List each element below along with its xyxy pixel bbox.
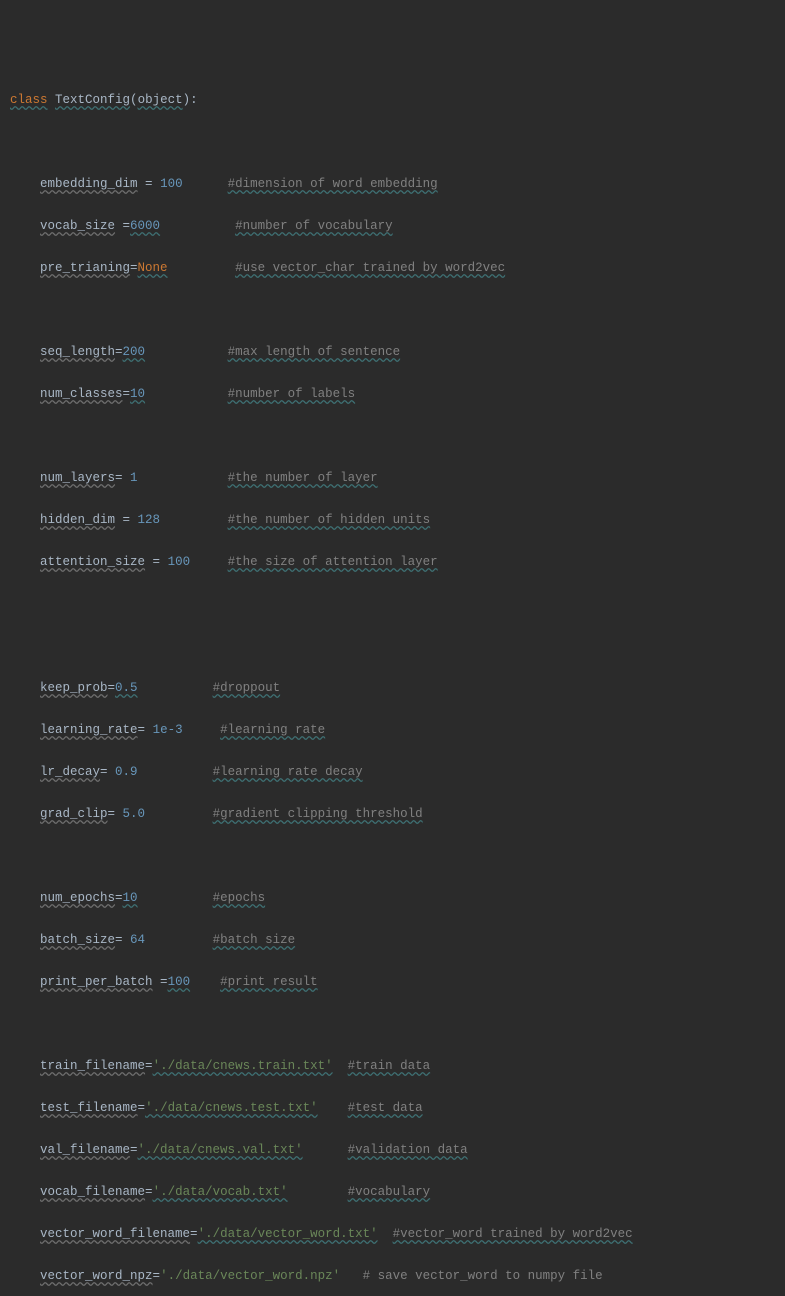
- val-learning-rate: 1e-3: [153, 723, 183, 737]
- prop-num-classes: num_classes: [40, 387, 123, 401]
- code-line-1: class TextConfig(object):: [10, 90, 775, 111]
- code-line-test-filename: test_filename='./data/cnews.test.txt' #t…: [10, 1098, 775, 1119]
- code-line-blank: [10, 846, 775, 867]
- base-class: object: [138, 93, 183, 107]
- code-line-blank: [10, 426, 775, 447]
- comment: #test data: [348, 1101, 423, 1115]
- code-line-keep-prob: keep_prob=0.5 #droppout: [10, 678, 775, 699]
- comment: #vector_word trained by word2vec: [393, 1227, 633, 1241]
- comment: # save vector_word to numpy file: [363, 1269, 603, 1283]
- code-line-vector-word-npz: vector_word_npz='./data/vector_word.npz'…: [10, 1266, 775, 1287]
- code-line-grad-clip: grad_clip= 5.0 #gradient clipping thresh…: [10, 804, 775, 825]
- prop-seq-length: seq_length: [40, 345, 115, 359]
- prop-keep-prob: keep_prob: [40, 681, 108, 695]
- code-line-num-layers: num_layers= 1 #the number of layer: [10, 468, 775, 489]
- code-line-pre-training: pre_trianing=None #use vector_char train…: [10, 258, 775, 279]
- prop-lr-decay: lr_decay: [40, 765, 100, 779]
- comment: #vocabulary: [348, 1185, 431, 1199]
- code-line-print-per-batch: print_per_batch =100 #print result: [10, 972, 775, 993]
- val-vector-word-filename: './data/vector_word.txt': [198, 1227, 378, 1241]
- val-num-layers: 1: [130, 471, 138, 485]
- comment: #the number of hidden units: [228, 513, 431, 527]
- code-line-hidden-dim: hidden_dim = 128 #the number of hidden u…: [10, 510, 775, 531]
- prop-learning-rate: learning_rate: [40, 723, 138, 737]
- code-line-vocab-size: vocab_size =6000 #number of vocabulary: [10, 216, 775, 237]
- comment: #train data: [348, 1059, 431, 1073]
- val-batch-size: 64: [130, 933, 145, 947]
- comment: #number of vocabulary: [235, 219, 393, 233]
- val-vocab-filename: './data/vocab.txt': [153, 1185, 288, 1199]
- comment: #number of labels: [228, 387, 356, 401]
- val-test-filename: './data/cnews.test.txt': [145, 1101, 318, 1115]
- val-attention-size: 100: [168, 555, 191, 569]
- val-print-per-batch: 100: [168, 975, 191, 989]
- comment: #gradient clipping threshold: [213, 807, 423, 821]
- comment: #dimension of word embedding: [228, 177, 438, 191]
- comment: #batch size: [213, 933, 296, 947]
- prop-hidden-dim: hidden_dim: [40, 513, 115, 527]
- code-line-blank: [10, 636, 775, 657]
- prop-vector-word-filename: vector_word_filename: [40, 1227, 190, 1241]
- val-lr-decay: 0.9: [115, 765, 138, 779]
- prop-vocab-size: vocab_size: [40, 219, 115, 233]
- val-grad-clip: 5.0: [123, 807, 146, 821]
- val-seq-length: 200: [123, 345, 146, 359]
- code-line-learning-rate: learning_rate= 1e-3 #learning rate: [10, 720, 775, 741]
- prop-num-epochs: num_epochs: [40, 891, 115, 905]
- code-line-embedding-dim: embedding_dim = 100 #dimension of word e…: [10, 174, 775, 195]
- code-line-lr-decay: lr_decay= 0.9 #learning rate decay: [10, 762, 775, 783]
- val-pre-trianing: None: [138, 261, 168, 275]
- prop-pre-trianing: pre_trianing: [40, 261, 130, 275]
- comment: #learning rate: [220, 723, 325, 737]
- val-num-classes: 10: [130, 387, 145, 401]
- comment: #epochs: [213, 891, 266, 905]
- prop-val-filename: val_filename: [40, 1143, 130, 1157]
- prop-test-filename: test_filename: [40, 1101, 138, 1115]
- code-line-blank: [10, 594, 775, 615]
- prop-attention-size: attention_size: [40, 555, 145, 569]
- comment: #droppout: [213, 681, 281, 695]
- code-line-num-classes: num_classes=10 #number of labels: [10, 384, 775, 405]
- val-num-epochs: 10: [123, 891, 138, 905]
- class-name: TextConfig: [55, 93, 130, 107]
- prop-train-filename: train_filename: [40, 1059, 145, 1073]
- val-keep-prob: 0.5: [115, 681, 138, 695]
- val-val-filename: './data/cnews.val.txt': [138, 1143, 303, 1157]
- val-vocab-size: 6000: [130, 219, 160, 233]
- code-line-attention-size: attention_size = 100 #the size of attent…: [10, 552, 775, 573]
- prop-batch-size: batch_size: [40, 933, 115, 947]
- comment: #max length of sentence: [228, 345, 401, 359]
- prop-embedding-dim: embedding_dim: [40, 177, 138, 191]
- code-line-vocab-filename: vocab_filename='./data/vocab.txt' #vocab…: [10, 1182, 775, 1203]
- code-line-val-filename: val_filename='./data/cnews.val.txt' #val…: [10, 1140, 775, 1161]
- code-line-batch-size: batch_size= 64 #batch size: [10, 930, 775, 951]
- val-train-filename: './data/cnews.train.txt': [153, 1059, 333, 1073]
- comment: #the number of layer: [228, 471, 378, 485]
- code-line-blank: [10, 132, 775, 153]
- prop-vector-word-npz: vector_word_npz: [40, 1269, 153, 1283]
- val-embedding-dim: 100: [160, 177, 183, 191]
- val-vector-word-npz: './data/vector_word.npz': [160, 1269, 340, 1283]
- comment: #learning rate decay: [213, 765, 363, 779]
- comment: #validation data: [348, 1143, 468, 1157]
- code-line-seq-length: seq_length=200 #max length of sentence: [10, 342, 775, 363]
- code-line-num-epochs: num_epochs=10 #epochs: [10, 888, 775, 909]
- prop-print-per-batch: print_per_batch: [40, 975, 153, 989]
- prop-num-layers: num_layers: [40, 471, 115, 485]
- code-line-train-filename: train_filename='./data/cnews.train.txt' …: [10, 1056, 775, 1077]
- comment: #use vector_char trained by word2vec: [235, 261, 505, 275]
- prop-grad-clip: grad_clip: [40, 807, 108, 821]
- val-hidden-dim: 128: [138, 513, 161, 527]
- prop-vocab-filename: vocab_filename: [40, 1185, 145, 1199]
- code-line-blank: [10, 300, 775, 321]
- comment: #print result: [220, 975, 318, 989]
- code-editor[interactable]: class TextConfig(object): embedding_dim …: [10, 90, 775, 1287]
- comment: #the size of attention layer: [228, 555, 438, 569]
- code-line-vector-word-filename: vector_word_filename='./data/vector_word…: [10, 1224, 775, 1245]
- keyword-class: class: [10, 93, 48, 107]
- code-line-blank: [10, 1014, 775, 1035]
